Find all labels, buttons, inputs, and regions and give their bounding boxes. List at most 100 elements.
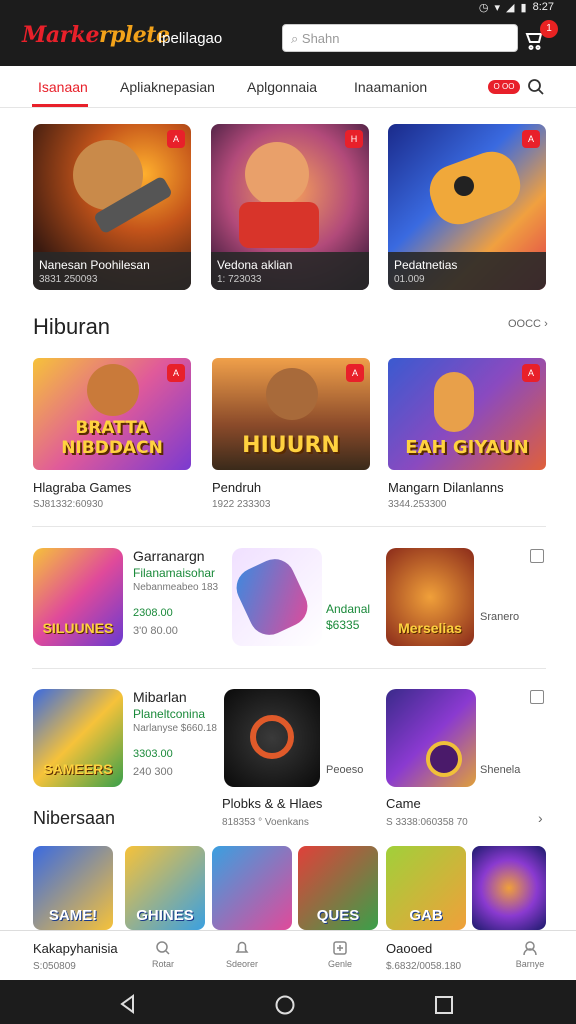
spinner-art[interactable] (224, 689, 320, 787)
featured-badge-2: H (345, 130, 363, 148)
game-card-badge-2: A (346, 364, 364, 382)
list-item-title-1: Garranargn (133, 548, 205, 564)
featured-caption-2: Vedona aklian 1: 723033 (211, 252, 369, 290)
game-card-badge-1: A (167, 364, 185, 382)
search-placeholder: Shahn (301, 31, 340, 46)
recents-icon[interactable] (434, 995, 454, 1015)
list-item-mid-name-2: Plobks & & Hlaes (222, 796, 323, 811)
thumb-text-4: QUES (316, 907, 360, 924)
nav-item-3[interactable]: Genle (310, 939, 370, 969)
back-icon[interactable] (118, 994, 138, 1014)
tab-2[interactable]: Aplgonnaia (247, 79, 317, 95)
tab-3[interactable]: Inaamanion (354, 79, 427, 95)
list-item-icon-text-2: SAMEERS (43, 761, 113, 777)
list-item-icon-1[interactable]: SILUUNES (33, 548, 123, 646)
featured-card-1[interactable]: A Nanesan Poohilesan 3831 250093 (33, 124, 191, 290)
list-item-mid-1[interactable]: Andanal $6335 (326, 600, 370, 632)
signal-icon: ◢ (506, 1, 515, 14)
category-tabs: Isanaan Apliaknepasian Aplgonnaia Inaama… (0, 66, 576, 108)
search-field-icon: ⌕ (291, 31, 302, 46)
game-card-meta-3: 3344.253300 (388, 499, 447, 510)
featured-title-1: Nanesan Poohilesan (39, 258, 150, 272)
thumb-2[interactable]: GHINES (125, 846, 205, 930)
list-item-right-2[interactable]: Came S 3338:060358 70 (386, 796, 468, 828)
controller-art[interactable] (232, 548, 322, 646)
thumb-3[interactable] (212, 846, 292, 930)
list-item-1[interactable]: Garranargn Filanamaisohar Nebanmeabeo 18… (133, 548, 218, 637)
list-item-mid-price-1: $6335 (326, 618, 360, 632)
search-input[interactable]: ⌕ Shahn (282, 24, 518, 52)
chevron-right-icon[interactable]: › (538, 810, 543, 826)
clock: 8:27 (532, 1, 554, 13)
list-item-mid-meta-2: 818353 ° Voenkans (222, 817, 309, 828)
list-item-price-2: 3303.00 (133, 748, 173, 760)
list-item-icon-right-2[interactable] (386, 689, 476, 787)
list-item-subtitle-2: Planeltconina (133, 707, 206, 721)
list-item-price2-2: 240 300 (133, 766, 173, 778)
list-item-meta-1: Nebanmeabeo 183 (133, 582, 219, 593)
checkbox-1[interactable] (530, 549, 544, 563)
thumb-1[interactable]: SAME! (33, 846, 113, 930)
thumb-text-5: GAB (409, 907, 443, 924)
featured-caption-1: Nanesan Poohilesan 3831 250093 (33, 252, 191, 290)
thumb-text-2: GHINES (136, 907, 194, 924)
tab-1[interactable]: Apliaknepasian (120, 79, 215, 95)
bottom-left-title[interactable]: Kakapyhanisia (33, 941, 118, 956)
tab-0[interactable]: Isanaan (38, 79, 88, 95)
nav-item-1[interactable]: Rotar (133, 939, 193, 969)
list-item-mid-title-1: Andanal (326, 602, 371, 616)
search-icon[interactable] (527, 78, 545, 96)
bottom-navigation: Kakapyhanisia S:050809 Rotar Sdeorer Gen… (0, 930, 576, 980)
thumb-5[interactable]: GAB (386, 846, 466, 930)
see-more-link[interactable]: OOCC › (508, 318, 548, 330)
bell-icon (235, 941, 249, 953)
list-item-icon-right-1[interactable]: Merselias (386, 548, 474, 646)
home-icon[interactable] (274, 994, 296, 1016)
game-card-1[interactable]: A BRATTA NIBDDACN Hlagraba Games SJ81332… (33, 358, 191, 510)
featured-card-2[interactable]: H Vedona aklian 1: 723033 (211, 124, 369, 290)
nav-item-4[interactable]: Barnye (500, 939, 560, 969)
wifi-icon: ▾ (494, 1, 501, 14)
game-card-2[interactable]: A HIUURN Pendruh 1922 233303 (212, 358, 370, 510)
system-navigation-bar (0, 980, 576, 1024)
status-bar: ◷ ▾ ◢ ▮ 8:27 (0, 0, 576, 14)
list-item-title-2: Mibarlan (133, 689, 187, 705)
cart-badge: 1 (540, 20, 558, 38)
thumb-text-1: SAME! (48, 907, 98, 924)
list-item-icon-2[interactable]: SAMEERS (33, 689, 123, 787)
game-card-meta-1: SJ81332:60930 (33, 499, 104, 510)
game-card-3[interactable]: A EAH GIYAUN Mangarn Dilanlanns 3344.253… (388, 358, 546, 510)
nav-item-2[interactable]: Sdeorer (212, 939, 272, 969)
list-item-mid-label-2: Peoeso (326, 764, 364, 776)
nav-label-3: Genle (327, 959, 353, 969)
thumb-6[interactable] (472, 846, 546, 930)
tab-pill[interactable]: O OO (488, 80, 520, 94)
app-logo[interactable]: Markerplete (22, 22, 170, 48)
list-item-meta-2: Narlanyse $660.18 (133, 723, 217, 734)
active-tab-indicator (32, 104, 88, 107)
cart-button[interactable]: 1 (524, 20, 558, 56)
header-subtitle[interactable]: Ipelilagao (158, 30, 222, 47)
game-card-name-2: Pendruh (212, 480, 262, 495)
list-item-right-name-2: Came (386, 796, 421, 811)
nav-label-2: Sdeorer (225, 959, 259, 969)
featured-caption-3: Pedatnetias 01.009 (388, 252, 546, 290)
list-item-icon-text-1: SILUUNES (42, 620, 114, 636)
game-card-image-2: A HIUURN (212, 358, 370, 470)
bottom-right-title[interactable]: Oaooed (386, 941, 432, 956)
nav-label-4: Barnye (515, 959, 545, 969)
game-card-image-1: A BRATTA NIBDDACN (33, 358, 191, 470)
list-item-2[interactable]: Mibarlan Planeltconina Narlanyse $660.18… (133, 689, 217, 778)
profile-icon (523, 941, 537, 956)
game-card-art-text-2: HIUURN (242, 433, 340, 458)
featured-card-3[interactable]: A Pedatnetias 01.009 (388, 124, 546, 290)
list-item-mid-2[interactable]: Plobks & & Hlaes 818353 ° Voenkans (222, 796, 322, 828)
checkbox-2[interactable] (530, 690, 544, 704)
bottom-right-meta: $.6832/0058.180 (386, 961, 462, 972)
game-card-name-3: Mangarn Dilanlanns (388, 480, 504, 495)
thumb-4[interactable]: QUES (298, 846, 378, 930)
add-icon (333, 941, 347, 955)
featured-sub-1: 3831 250093 (39, 274, 98, 285)
divider-2 (32, 668, 546, 669)
section-title-hiburan: Hiburan (33, 314, 111, 339)
